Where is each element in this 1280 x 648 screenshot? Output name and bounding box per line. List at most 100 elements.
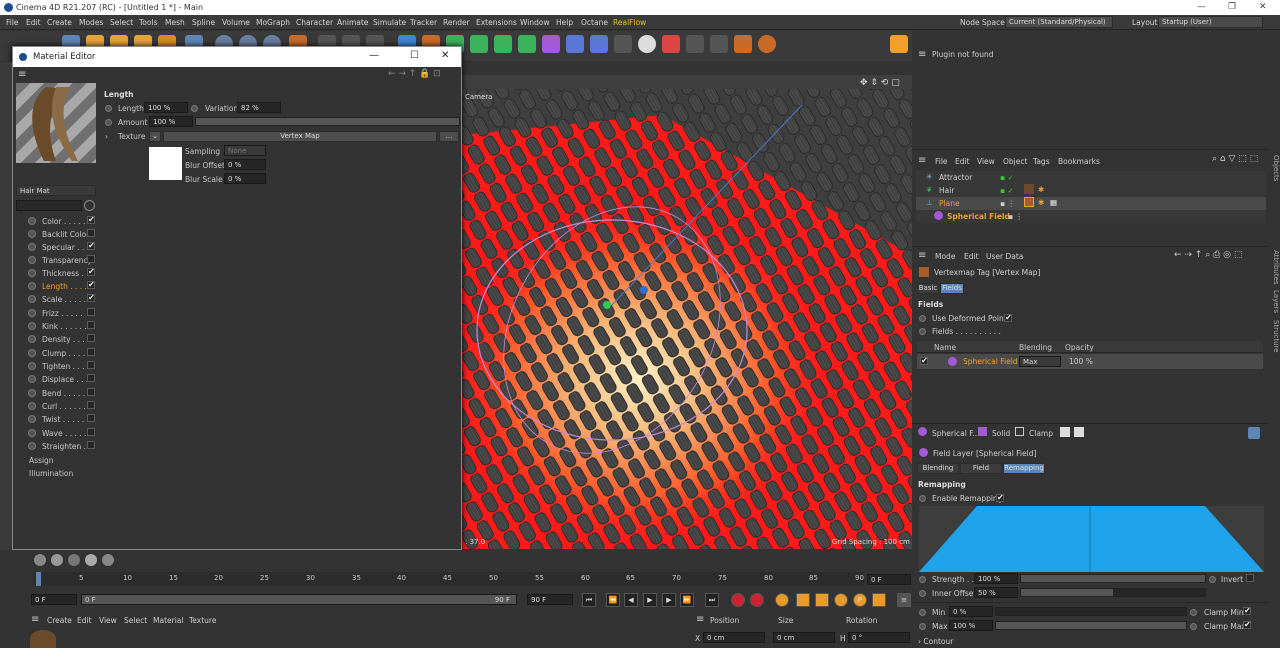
- x-position-field[interactable]: 0 cm: [703, 632, 765, 643]
- viewport[interactable]: [462, 75, 912, 549]
- menu-mesh[interactable]: Mesh: [165, 18, 185, 27]
- menu-extensions[interactable]: Extensions: [476, 18, 517, 27]
- snap-icon[interactable]: [686, 35, 704, 53]
- attr-menu-edit[interactable]: Edit: [964, 252, 979, 261]
- object-visible-icon[interactable]: ▪ ✓: [1000, 186, 1014, 195]
- checker-icon-2[interactable]: [1074, 427, 1084, 437]
- channel-checkbox[interactable]: [87, 401, 95, 409]
- mm-menu-view[interactable]: View: [99, 616, 117, 625]
- key-scale-icon[interactable]: [815, 593, 829, 607]
- amount-field[interactable]: 100 %: [149, 116, 193, 127]
- motion-icon[interactable]: [758, 35, 776, 53]
- next-frame-icon[interactable]: ▶: [662, 593, 676, 607]
- material-editor-titlebar[interactable]: Material Editor — ☐ ✕: [13, 47, 461, 67]
- clamp-max-checkbox[interactable]: [1243, 620, 1251, 629]
- channel-checkbox[interactable]: [87, 255, 95, 263]
- channel-checkbox[interactable]: [87, 428, 95, 436]
- remap-curve-graph[interactable]: [919, 506, 1264, 572]
- mm-menu-material[interactable]: Material: [153, 616, 183, 625]
- viewport-camera-label[interactable]: Camera: [465, 93, 492, 101]
- me-menu-icon[interactable]: ≡: [18, 69, 26, 80]
- start-frame-field[interactable]: 0 F: [31, 594, 77, 605]
- use-deformed-checkbox[interactable]: [1004, 313, 1012, 322]
- object-visible-icon[interactable]: ▪ ⋮: [1008, 212, 1023, 221]
- ball-icon[interactable]: [34, 554, 46, 566]
- object-row-spherical-field[interactable]: Spherical Field ▪ ⋮: [916, 210, 1266, 223]
- contour-group[interactable]: › Contour: [918, 637, 953, 646]
- checker-icon[interactable]: [1060, 427, 1070, 437]
- keyframe-sel-icon[interactable]: [775, 593, 789, 607]
- col-opacity[interactable]: Opacity: [1065, 343, 1094, 352]
- plane-tag-icon[interactable]: ✱: [1038, 198, 1044, 207]
- attr-menu-icon[interactable]: ≡: [918, 250, 926, 261]
- channel-checkbox[interactable]: [87, 215, 95, 224]
- anim-dot-icon[interactable]: [919, 495, 926, 502]
- workplane-icon[interactable]: [710, 35, 728, 53]
- amount-slider[interactable]: [195, 117, 460, 126]
- anim-dot-icon[interactable]: [919, 623, 926, 630]
- length-field[interactable]: 100 %: [144, 102, 188, 113]
- channel-checkbox[interactable]: [87, 241, 95, 250]
- texture-more-button[interactable]: ...: [439, 131, 459, 142]
- viewport-nav-icons[interactable]: ✥ ⇕ ⟲ ▢: [860, 78, 900, 88]
- om-menu-object[interactable]: Object: [1003, 157, 1027, 166]
- close-icon[interactable]: ✕: [1259, 2, 1267, 12]
- ball-icon[interactable]: [51, 554, 63, 566]
- anim-dot-icon[interactable]: [919, 609, 926, 616]
- menu-animate[interactable]: Animate: [337, 18, 368, 27]
- hair-icon[interactable]: [566, 35, 584, 53]
- object-row-hair[interactable]: ❦ Hair ▪ ✓ ✱: [916, 184, 1266, 197]
- ball-icon[interactable]: [68, 554, 80, 566]
- prev-frame-icon[interactable]: ◀: [624, 593, 638, 607]
- anim-dot-icon[interactable]: [919, 315, 926, 322]
- menu-window[interactable]: Window: [520, 18, 550, 27]
- attr-menu-mode[interactable]: Mode: [935, 252, 955, 261]
- om-menu-edit[interactable]: Edit: [955, 157, 970, 166]
- tab-fields[interactable]: Fields: [940, 283, 964, 294]
- object-row-plane[interactable]: ⊥ Plane ▪ ⋮ ✱ ▦: [916, 197, 1266, 210]
- menu-octane[interactable]: Octane: [581, 18, 608, 27]
- side-tab-objects[interactable]: Objects: [1268, 155, 1280, 181]
- go-start-icon[interactable]: ⏮: [582, 593, 596, 607]
- ball-icon[interactable]: [85, 554, 97, 566]
- side-tab-attributes[interactable]: Attributes: [1268, 250, 1280, 285]
- tab-field[interactable]: Field: [960, 463, 1002, 474]
- me-maximize-icon[interactable]: ☐: [410, 50, 419, 61]
- mm-menu-create[interactable]: Create: [47, 616, 72, 625]
- menu-tracker[interactable]: Tracker: [410, 18, 437, 27]
- hair-material-thumb[interactable]: [30, 630, 56, 648]
- blur-scale-field[interactable]: 0 %: [224, 173, 266, 184]
- minimize-icon[interactable]: —: [1197, 2, 1206, 12]
- go-end-icon[interactable]: ⏭: [705, 593, 719, 607]
- field-layer-row[interactable]: Spherical Field Max 100 %: [917, 354, 1263, 369]
- camera-icon[interactable]: [614, 35, 632, 53]
- layout-dropdown[interactable]: Startup (User): [1158, 16, 1263, 28]
- anim-dot-icon[interactable]: [105, 105, 112, 112]
- anim-dot-icon[interactable]: [1190, 609, 1197, 616]
- anim-dot-icon[interactable]: [919, 576, 926, 583]
- om-menu-file[interactable]: File: [935, 157, 948, 166]
- assign-item[interactable]: Assign: [29, 456, 54, 465]
- layer-blending-dropdown[interactable]: Max: [1019, 356, 1061, 367]
- strength-slider[interactable]: [1020, 574, 1206, 583]
- x-size-field[interactable]: 0 cm: [773, 632, 835, 643]
- light-icon[interactable]: [638, 35, 656, 53]
- menu-simulate[interactable]: Simulate: [373, 18, 406, 27]
- key-pos-icon[interactable]: [796, 593, 810, 607]
- clamp-min-checkbox[interactable]: [1243, 606, 1251, 615]
- auto-key-icon[interactable]: [750, 593, 764, 607]
- sculpt-icon[interactable]: [734, 35, 752, 53]
- record-icon[interactable]: [731, 593, 745, 607]
- max-frame-field[interactable]: 90 F: [527, 594, 573, 605]
- floor-icon[interactable]: [590, 35, 608, 53]
- om-menu-view[interactable]: View: [977, 157, 995, 166]
- layer-tab-spherical[interactable]: Spherical F...: [932, 429, 980, 438]
- tab-remapping[interactable]: Remapping: [1003, 463, 1045, 474]
- om-search-icons[interactable]: ⌕ ⌂ ▽ ⬚ ⬚: [1212, 154, 1258, 164]
- anim-dot-icon[interactable]: [191, 105, 198, 112]
- illumination-item[interactable]: Illumination: [29, 469, 73, 478]
- channel-checkbox[interactable]: [87, 388, 95, 396]
- checker-tag-icon[interactable]: ▦: [1050, 198, 1057, 207]
- material-preview[interactable]: [16, 83, 96, 163]
- anim-dot-icon[interactable]: [1190, 623, 1197, 630]
